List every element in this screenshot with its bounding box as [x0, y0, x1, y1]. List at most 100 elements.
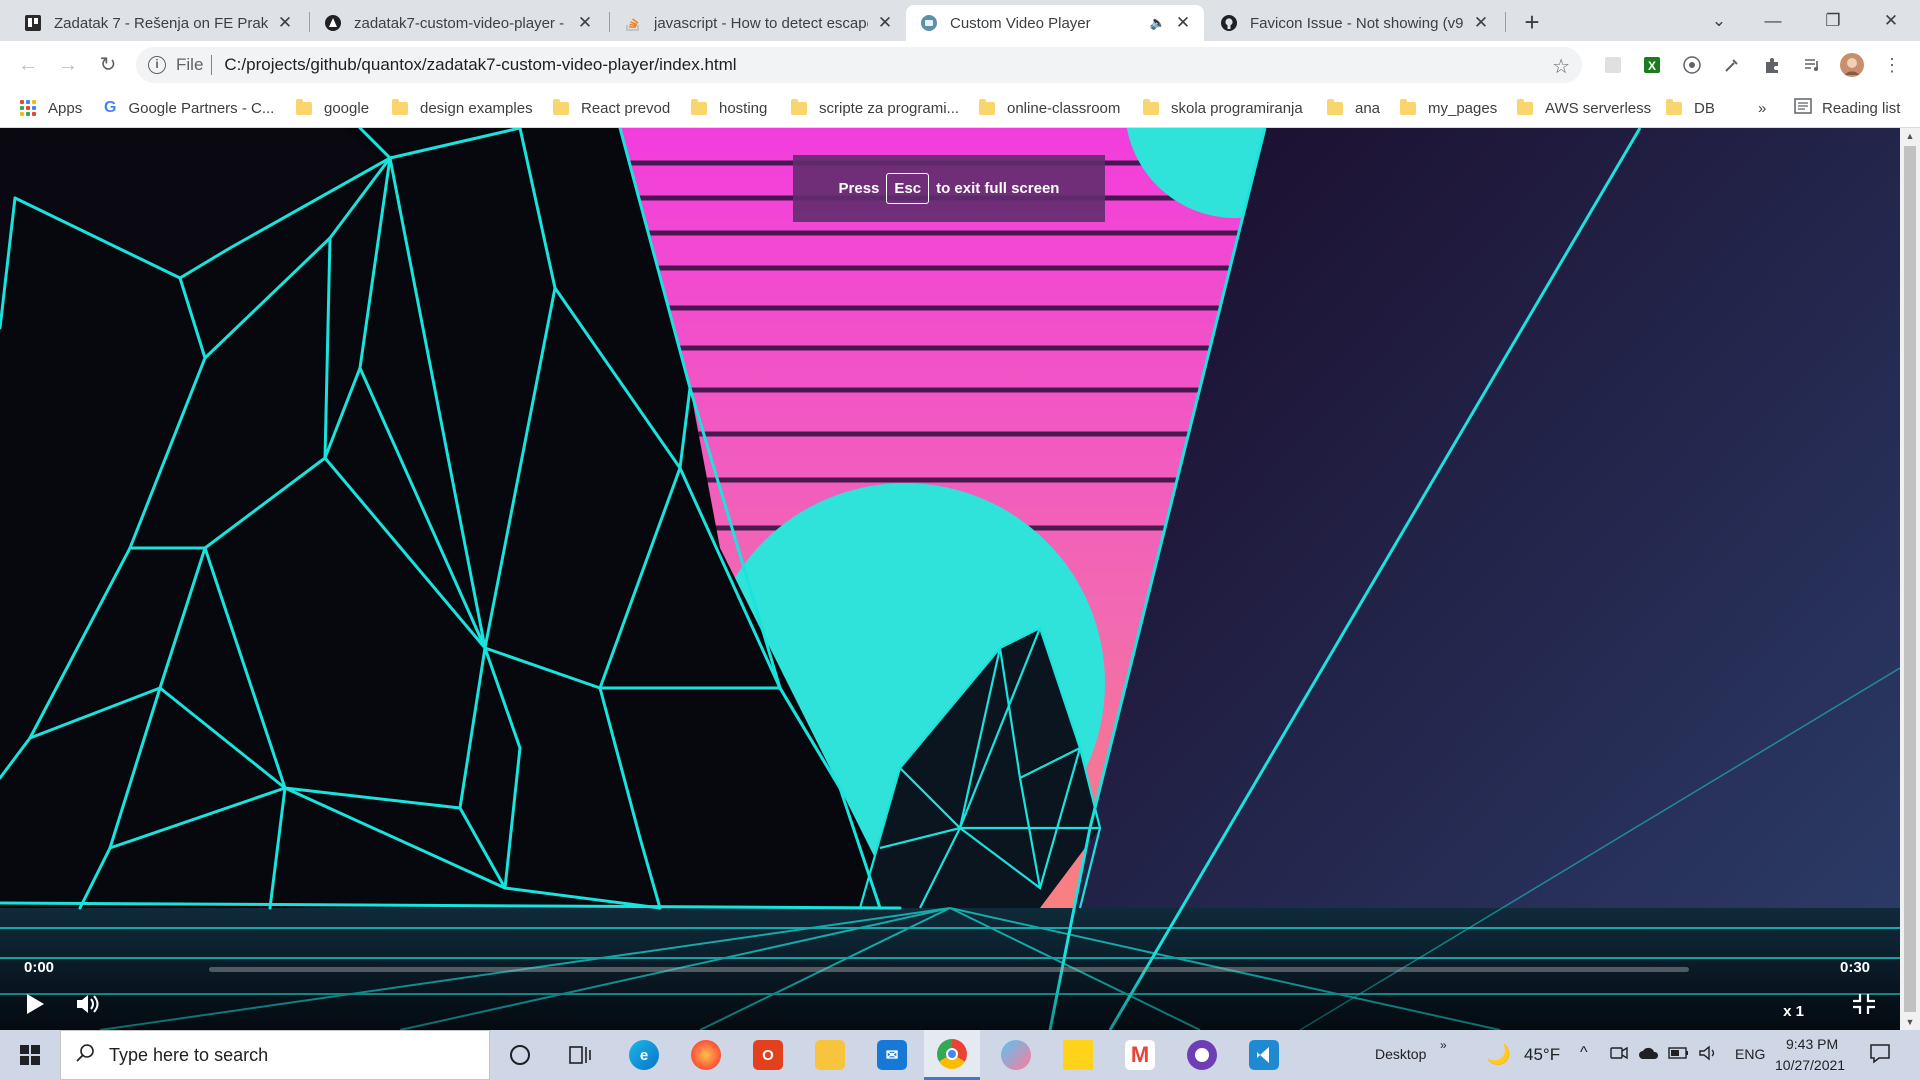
- media-control-icon[interactable]: [1800, 53, 1824, 77]
- progress-bar[interactable]: [209, 967, 1689, 972]
- folder-icon: [296, 98, 312, 115]
- bookmark-folder-google[interactable]: google: [296, 97, 369, 119]
- close-window-button[interactable]: ✕: [1868, 6, 1914, 36]
- bookmark-folder-hosting[interactable]: hosting: [691, 97, 767, 119]
- bookmark-folder-design-examples[interactable]: design examples: [392, 97, 533, 119]
- play-button[interactable]: [24, 992, 46, 1021]
- tab-github[interactable]: Favicon Issue - Not showing (v9. ✕: [1206, 5, 1502, 41]
- cortana-button[interactable]: [500, 1030, 540, 1080]
- tab-stackoverflow[interactable]: javascript - How to detect escape ✕: [610, 5, 906, 41]
- bookmark-folder-scripte[interactable]: scripte za programi...: [791, 97, 959, 119]
- tab-search-button[interactable]: ⌄: [1696, 6, 1742, 36]
- more-menu-icon[interactable]: ⋮: [1880, 53, 1904, 77]
- clock-time[interactable]: 9:43 PM: [1786, 1036, 1838, 1052]
- taskbar-app-edge[interactable]: e: [622, 1030, 666, 1080]
- taskbar-app-paint[interactable]: [994, 1030, 1038, 1080]
- eyedropper-extension-icon[interactable]: [1720, 53, 1744, 77]
- page-scrollbar[interactable]: ▲ ▼: [1900, 128, 1920, 1030]
- bookmark-label: AWS serverless: [1545, 99, 1652, 117]
- paint-icon: [1001, 1040, 1031, 1070]
- bookmark-folder-my-pages[interactable]: my_pages: [1400, 97, 1497, 119]
- close-tab-icon[interactable]: ✕: [876, 14, 894, 32]
- play-icon: [27, 994, 44, 1014]
- taskbar-app-file-explorer[interactable]: [808, 1030, 852, 1080]
- volume-button[interactable]: [74, 992, 102, 1021]
- exit-fullscreen-button[interactable]: [1852, 993, 1876, 1020]
- tab-custom-video-player[interactable]: Custom Video Player 🔈 ✕: [906, 5, 1204, 41]
- back-button[interactable]: ←: [14, 51, 42, 79]
- site-info-icon[interactable]: i: [148, 56, 166, 74]
- weather-moon-icon[interactable]: 🌙: [1486, 1042, 1511, 1067]
- bookmark-star-icon[interactable]: ☆: [1552, 54, 1570, 79]
- show-hidden-icons-chevron-icon[interactable]: ^: [1580, 1044, 1588, 1062]
- taskbar-app-firefox[interactable]: [684, 1030, 728, 1080]
- taskbar-app-github-desktop[interactable]: [1180, 1030, 1224, 1080]
- reading-list-icon: [1794, 98, 1812, 118]
- bookmark-label: ana: [1355, 99, 1381, 117]
- folder-icon: [1666, 98, 1682, 115]
- taskbar-app-mail[interactable]: ✉: [870, 1030, 914, 1080]
- taskbar-app-office[interactable]: O: [746, 1030, 790, 1080]
- weather-temperature[interactable]: 45°F: [1524, 1045, 1560, 1065]
- minimize-button[interactable]: —: [1750, 6, 1796, 36]
- extension-circle-icon[interactable]: [1680, 53, 1704, 77]
- taskbar-app-gmail[interactable]: M: [1118, 1030, 1162, 1080]
- bookmark-folder-skola-programiranja[interactable]: skola programiranja: [1143, 97, 1303, 119]
- video-player[interactable]: Press Esc to exit full screen 0:00 0:30 …: [0, 128, 1900, 1030]
- meet-now-icon[interactable]: [1610, 1045, 1628, 1064]
- close-tab-icon[interactable]: ✕: [276, 14, 294, 32]
- clock-date[interactable]: 10/27/2021: [1775, 1057, 1845, 1073]
- close-tab-icon[interactable]: ✕: [576, 14, 594, 32]
- reading-list-button[interactable]: Reading list: [1794, 97, 1900, 119]
- url-text[interactable]: C:/projects/github/quantox/zadatak7-cust…: [224, 55, 736, 75]
- reading-list-label: Reading list: [1822, 99, 1901, 117]
- tab-title: Zadatak 7 - Rešenja on FE Praksa: [54, 14, 268, 32]
- tab-zadatak7-trello[interactable]: Zadatak 7 - Rešenja on FE Praksa ✕: [10, 5, 306, 41]
- taskbar-app-sticky-notes[interactable]: [1056, 1030, 1100, 1080]
- battery-icon[interactable]: [1668, 1046, 1690, 1063]
- bookmark-apps[interactable]: Apps: [20, 97, 82, 119]
- windows-logo-icon: [20, 1045, 40, 1065]
- taskbar-search-box[interactable]: Type here to search: [60, 1030, 490, 1080]
- scroll-up-arrow-icon[interactable]: ▲: [1900, 128, 1920, 144]
- tab-title: zadatak7-custom-video-player -: [354, 14, 565, 32]
- bookmark-folder-aws-serverless[interactable]: AWS serverless: [1517, 97, 1651, 119]
- bookmark-folder-db[interactable]: DB: [1666, 97, 1715, 119]
- bookmark-google-partners[interactable]: G Google Partners - C...: [104, 97, 274, 119]
- toolbar-overflow-icon[interactable]: »: [1440, 1038, 1447, 1052]
- audio-playing-icon[interactable]: 🔈: [1150, 15, 1166, 31]
- start-button[interactable]: [0, 1030, 60, 1080]
- bookmark-folder-react-prevod[interactable]: React prevod: [553, 97, 670, 119]
- speaker-volume-icon[interactable]: [1698, 1045, 1718, 1064]
- scrollbar-thumb[interactable]: [1904, 146, 1916, 1012]
- close-tab-icon[interactable]: ✕: [1174, 14, 1192, 32]
- scroll-down-arrow-icon[interactable]: ▼: [1900, 1014, 1920, 1030]
- extension-grey-icon[interactable]: [1601, 53, 1625, 77]
- volume-icon: [77, 995, 99, 1013]
- fullscreen-exit-toast: Press Esc to exit full screen: [793, 155, 1105, 222]
- task-view-button[interactable]: [560, 1030, 600, 1080]
- cortana-circle-icon: [510, 1045, 530, 1065]
- taskbar-app-chrome[interactable]: [924, 1030, 980, 1080]
- extensions-puzzle-icon[interactable]: [1760, 53, 1784, 77]
- notification-center-icon[interactable]: [1869, 1042, 1891, 1067]
- bookmark-label: DB: [1694, 99, 1715, 117]
- playback-speed[interactable]: x 1: [1783, 1003, 1804, 1020]
- bookmark-folder-online-classroom[interactable]: online-classroom: [979, 97, 1120, 119]
- address-bar[interactable]: i File C:/projects/github/quantox/zadata…: [136, 47, 1582, 83]
- desktop-toolbar-label[interactable]: Desktop: [1375, 1046, 1426, 1062]
- profile-avatar[interactable]: [1840, 53, 1864, 77]
- bookmarks-overflow-button[interactable]: »: [1758, 97, 1766, 119]
- excel-extension-icon[interactable]: X: [1640, 53, 1664, 77]
- bookmark-folder-ana[interactable]: ana: [1327, 97, 1380, 119]
- onedrive-cloud-icon[interactable]: [1638, 1045, 1660, 1064]
- tab-strip: Zadatak 7 - Rešenja on FE Praksa ✕ zadat…: [0, 0, 1920, 41]
- forward-button[interactable]: →: [54, 51, 82, 79]
- taskbar-app-vscode[interactable]: [1242, 1030, 1286, 1080]
- tab-netlify[interactable]: zadatak7-custom-video-player - ✕: [310, 5, 606, 41]
- language-indicator[interactable]: ENG: [1735, 1046, 1765, 1062]
- reload-button[interactable]: ↻: [94, 51, 122, 79]
- close-tab-icon[interactable]: ✕: [1472, 14, 1490, 32]
- new-tab-button[interactable]: +: [1518, 9, 1546, 37]
- restore-button[interactable]: ❐: [1810, 6, 1856, 36]
